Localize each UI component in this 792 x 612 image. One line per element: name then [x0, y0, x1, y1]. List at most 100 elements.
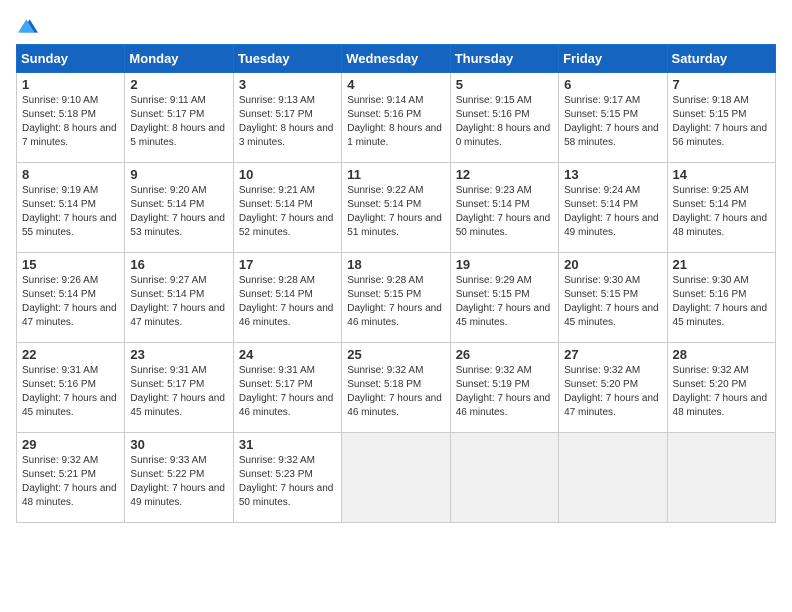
day-detail: Sunrise: 9:32 AMSunset: 5:23 PMDaylight:… [239, 454, 336, 510]
calendar-cell: 25 Sunrise: 9:32 AMSunset: 5:18 PMDayligh… [342, 343, 450, 433]
calendar-cell: 10 Sunrise: 9:21 AMSunset: 5:14 PMDayligh… [233, 163, 341, 253]
day-number: 20 [564, 257, 661, 272]
day-detail: Sunrise: 9:25 AMSunset: 5:14 PMDaylight:… [673, 184, 770, 240]
day-detail: Sunrise: 9:31 AMSunset: 5:16 PMDaylight:… [22, 364, 119, 420]
day-number: 27 [564, 347, 661, 362]
day-detail: Sunrise: 9:31 AMSunset: 5:17 PMDaylight:… [130, 364, 227, 420]
calendar-cell: 29Sunrise: 9:32 AMSunset: 5:21 PMDayligh… [17, 433, 125, 523]
calendar-cell: 16 Sunrise: 9:27 AMSunset: 5:14 PMDayligh… [125, 253, 233, 343]
logo-icon [18, 16, 38, 36]
calendar-cell: 3 Sunrise: 9:13 AMSunset: 5:17 PMDaylight… [233, 73, 341, 163]
logo [16, 16, 38, 32]
day-detail: Sunrise: 9:21 AMSunset: 5:14 PMDaylight:… [239, 184, 336, 240]
calendar-cell: 15 Sunrise: 9:26 AMSunset: 5:14 PMDayligh… [17, 253, 125, 343]
day-detail: Sunrise: 9:27 AMSunset: 5:14 PMDaylight:… [130, 274, 227, 330]
day-detail: Sunrise: 9:30 AMSunset: 5:15 PMDaylight:… [564, 274, 661, 330]
day-number: 13 [564, 167, 661, 182]
calendar-cell: 28 Sunrise: 9:32 AMSunset: 5:20 PMDayligh… [667, 343, 775, 433]
day-number: 16 [130, 257, 227, 272]
calendar-cell: 24 Sunrise: 9:31 AMSunset: 5:17 PMDayligh… [233, 343, 341, 433]
day-detail: Sunrise: 9:33 AMSunset: 5:22 PMDaylight:… [130, 454, 227, 510]
day-number: 17 [239, 257, 336, 272]
calendar-cell: 21 Sunrise: 9:30 AMSunset: 5:16 PMDayligh… [667, 253, 775, 343]
day-detail: Sunrise: 9:29 AMSunset: 5:15 PMDaylight:… [456, 274, 553, 330]
day-detail: Sunrise: 9:24 AMSunset: 5:14 PMDaylight:… [564, 184, 661, 240]
day-number: 18 [347, 257, 444, 272]
calendar-cell: 5 Sunrise: 9:15 AMSunset: 5:16 PMDaylight… [450, 73, 558, 163]
page-header [16, 16, 776, 32]
day-detail: Sunrise: 9:32 AMSunset: 5:19 PMDaylight:… [456, 364, 553, 420]
calendar-body: 1Sunrise: 9:10 AMSunset: 5:18 PMDaylight… [17, 73, 776, 523]
day-detail: Sunrise: 9:18 AMSunset: 5:15 PMDaylight:… [673, 94, 770, 150]
day-number: 7 [673, 77, 770, 92]
calendar-week-row: 15 Sunrise: 9:26 AMSunset: 5:14 PMDayligh… [17, 253, 776, 343]
day-number: 30 [130, 437, 227, 452]
calendar-cell [667, 433, 775, 523]
calendar-cell: 1Sunrise: 9:10 AMSunset: 5:18 PMDaylight… [17, 73, 125, 163]
calendar-day-header: Thursday [450, 45, 558, 73]
calendar-cell: 11 Sunrise: 9:22 AMSunset: 5:14 PMDayligh… [342, 163, 450, 253]
calendar-cell: 18Sunrise: 9:28 AMSunset: 5:15 PMDayligh… [342, 253, 450, 343]
calendar-cell: 4 Sunrise: 9:14 AMSunset: 5:16 PMDaylight… [342, 73, 450, 163]
day-detail: Sunrise: 9:17 AMSunset: 5:15 PMDaylight:… [564, 94, 661, 150]
day-number: 11 [347, 167, 444, 182]
day-number: 15 [22, 257, 119, 272]
calendar-cell: 27 Sunrise: 9:32 AMSunset: 5:20 PMDayligh… [559, 343, 667, 433]
calendar-cell: 30 Sunrise: 9:33 AMSunset: 5:22 PMDayligh… [125, 433, 233, 523]
calendar-cell: 6 Sunrise: 9:17 AMSunset: 5:15 PMDaylight… [559, 73, 667, 163]
day-detail: Sunrise: 9:26 AMSunset: 5:14 PMDaylight:… [22, 274, 119, 330]
calendar-day-header: Tuesday [233, 45, 341, 73]
day-number: 5 [456, 77, 553, 92]
calendar-cell [342, 433, 450, 523]
day-number: 22 [22, 347, 119, 362]
day-number: 14 [673, 167, 770, 182]
calendar-cell: 7 Sunrise: 9:18 AMSunset: 5:15 PMDaylight… [667, 73, 775, 163]
calendar-week-row: 22 Sunrise: 9:31 AMSunset: 5:16 PMDayligh… [17, 343, 776, 433]
day-number: 24 [239, 347, 336, 362]
day-detail: Sunrise: 9:10 AMSunset: 5:18 PMDaylight:… [22, 94, 119, 150]
day-number: 8 [22, 167, 119, 182]
day-number: 3 [239, 77, 336, 92]
day-number: 25 [347, 347, 444, 362]
day-detail: Sunrise: 9:22 AMSunset: 5:14 PMDaylight:… [347, 184, 444, 240]
day-detail: Sunrise: 9:20 AMSunset: 5:14 PMDaylight:… [130, 184, 227, 240]
calendar-table: SundayMondayTuesdayWednesdayThursdayFrid… [16, 44, 776, 523]
day-number: 31 [239, 437, 336, 452]
calendar-cell: 2Sunrise: 9:11 AMSunset: 5:17 PMDaylight… [125, 73, 233, 163]
calendar-cell: 23Sunrise: 9:31 AMSunset: 5:17 PMDayligh… [125, 343, 233, 433]
calendar-day-header: Saturday [667, 45, 775, 73]
calendar-week-row: 29Sunrise: 9:32 AMSunset: 5:21 PMDayligh… [17, 433, 776, 523]
calendar-day-header: Wednesday [342, 45, 450, 73]
calendar-week-row: 1Sunrise: 9:10 AMSunset: 5:18 PMDaylight… [17, 73, 776, 163]
day-number: 28 [673, 347, 770, 362]
calendar-cell: 9 Sunrise: 9:20 AMSunset: 5:14 PMDaylight… [125, 163, 233, 253]
day-number: 26 [456, 347, 553, 362]
day-detail: Sunrise: 9:23 AMSunset: 5:14 PMDaylight:… [456, 184, 553, 240]
day-number: 4 [347, 77, 444, 92]
calendar-cell: 13 Sunrise: 9:24 AMSunset: 5:14 PMDayligh… [559, 163, 667, 253]
day-number: 21 [673, 257, 770, 272]
day-number: 10 [239, 167, 336, 182]
day-detail: Sunrise: 9:32 AMSunset: 5:20 PMDaylight:… [673, 364, 770, 420]
day-detail: Sunrise: 9:15 AMSunset: 5:16 PMDaylight:… [456, 94, 553, 150]
calendar-cell: 22 Sunrise: 9:31 AMSunset: 5:16 PMDayligh… [17, 343, 125, 433]
day-number: 9 [130, 167, 227, 182]
calendar-cell [450, 433, 558, 523]
day-detail: Sunrise: 9:28 AMSunset: 5:14 PMDaylight:… [239, 274, 336, 330]
day-detail: Sunrise: 9:30 AMSunset: 5:16 PMDaylight:… [673, 274, 770, 330]
day-detail: Sunrise: 9:31 AMSunset: 5:17 PMDaylight:… [239, 364, 336, 420]
day-detail: Sunrise: 9:32 AMSunset: 5:21 PMDaylight:… [22, 454, 119, 510]
day-detail: Sunrise: 9:32 AMSunset: 5:20 PMDaylight:… [564, 364, 661, 420]
day-number: 6 [564, 77, 661, 92]
calendar-cell: 19Sunrise: 9:29 AMSunset: 5:15 PMDayligh… [450, 253, 558, 343]
calendar-cell: 17 Sunrise: 9:28 AMSunset: 5:14 PMDayligh… [233, 253, 341, 343]
calendar-cell: 8Sunrise: 9:19 AMSunset: 5:14 PMDaylight… [17, 163, 125, 253]
calendar-cell: 31 Sunrise: 9:32 AMSunset: 5:23 PMDayligh… [233, 433, 341, 523]
calendar-week-row: 8Sunrise: 9:19 AMSunset: 5:14 PMDaylight… [17, 163, 776, 253]
day-detail: Sunrise: 9:13 AMSunset: 5:17 PMDaylight:… [239, 94, 336, 150]
calendar-cell [559, 433, 667, 523]
calendar-cell: 14 Sunrise: 9:25 AMSunset: 5:14 PMDayligh… [667, 163, 775, 253]
calendar-day-header: Sunday [17, 45, 125, 73]
day-detail: Sunrise: 9:32 AMSunset: 5:18 PMDaylight:… [347, 364, 444, 420]
day-detail: Sunrise: 9:14 AMSunset: 5:16 PMDaylight:… [347, 94, 444, 150]
